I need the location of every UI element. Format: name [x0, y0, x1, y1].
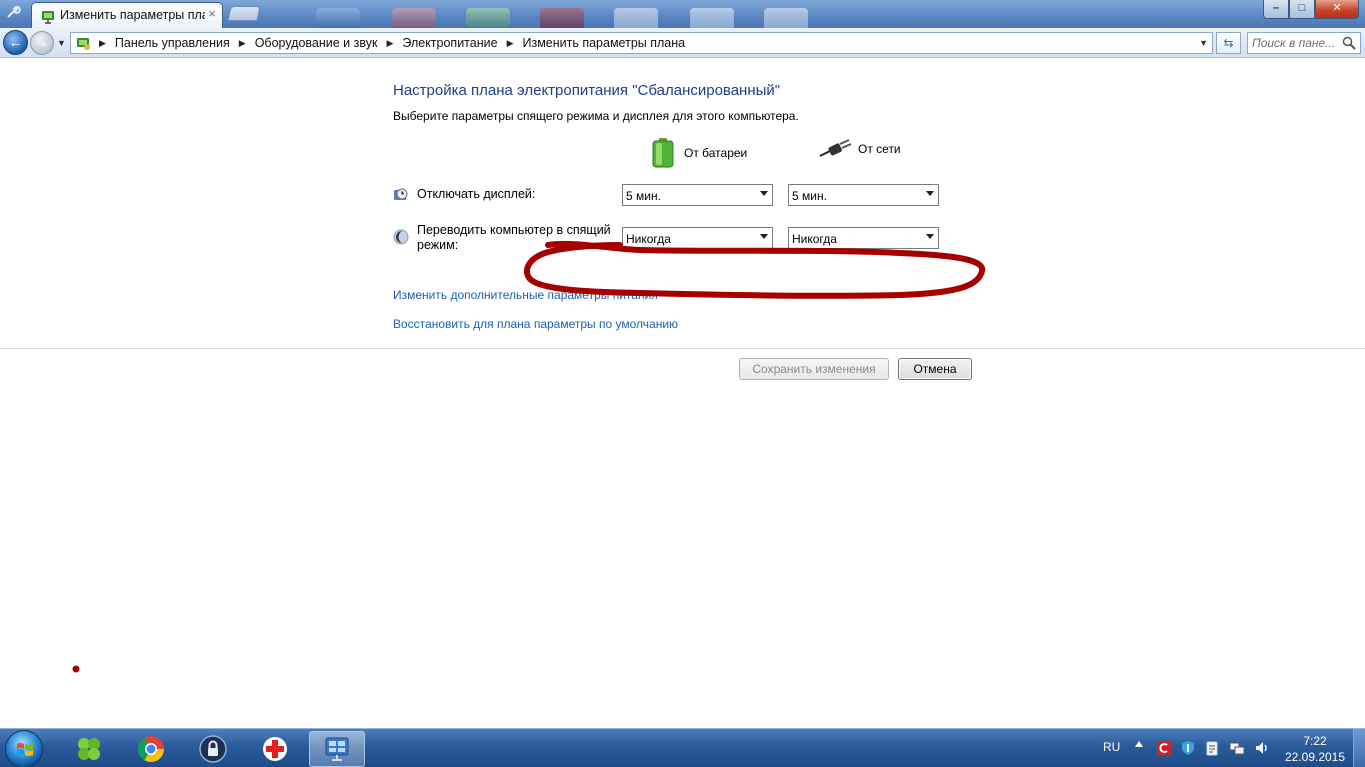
- dropdown-arrow-icon: [926, 191, 934, 196]
- taskbar-app-chrome[interactable]: [123, 731, 179, 767]
- volume-tray-icon[interactable]: [1254, 740, 1270, 756]
- display-plugged-select[interactable]: 5 мин.: [788, 184, 939, 206]
- taskbar-app-vpn[interactable]: [185, 731, 241, 767]
- display-clock-icon: [394, 188, 408, 200]
- history-dropdown-icon[interactable]: ▼: [57, 38, 66, 48]
- background-tab-ghost: [614, 8, 658, 28]
- sleep-label-line1: Переводить компьютер в спящий: [417, 223, 611, 237]
- minimize-button[interactable]: –: [1263, 0, 1289, 19]
- plugged-label: От сети: [858, 142, 901, 156]
- taskbar-app-firstaid[interactable]: [247, 731, 303, 767]
- battery-label: От батареи: [684, 146, 748, 160]
- background-tab-ghost: [690, 8, 734, 28]
- wrench-icon[interactable]: [5, 4, 21, 20]
- breadcrumb-separator-icon[interactable]: ▶: [507, 38, 514, 49]
- taskbar-app-control-panel[interactable]: [309, 731, 365, 767]
- show-hidden-icons-icon[interactable]: [1135, 741, 1143, 747]
- breadcrumb-control-panel[interactable]: Панель управления: [115, 36, 230, 50]
- control-panel-icon: [77, 38, 90, 50]
- tab-close-icon[interactable]: ×: [208, 6, 216, 21]
- save-changes-button[interactable]: Сохранить изменения: [739, 358, 889, 380]
- forward-button[interactable]: →: [30, 31, 54, 55]
- taskbar: RU 7:22 22.09.2015: [0, 728, 1365, 767]
- display-battery-select[interactable]: 5 мин.: [622, 184, 773, 206]
- restore-defaults-link[interactable]: Восстановить для плана параметры по умол…: [393, 317, 678, 331]
- address-dropdown-icon[interactable]: ▼: [1199, 38, 1208, 48]
- power-plug-icon: [819, 139, 852, 157]
- new-tab-button[interactable]: [227, 6, 261, 21]
- annotation-dot: [72, 665, 80, 673]
- red-cross-icon: [263, 737, 287, 761]
- advanced-settings-link[interactable]: Изменить дополнительные параметры питани…: [393, 288, 658, 302]
- column-header-battery: От батареи: [652, 138, 747, 168]
- search-box: [1247, 32, 1361, 54]
- breadcrumb-edit-plan[interactable]: Изменить параметры плана: [522, 36, 685, 50]
- selected-value: 5 мин.: [792, 189, 827, 203]
- title-bar: Изменить параметры плана × – □ ✕: [0, 0, 1365, 28]
- dropdown-arrow-icon: [926, 234, 934, 239]
- network-tray-icon[interactable]: [1229, 740, 1245, 756]
- page-subtitle: Выберите параметры спящего режима и дисп…: [393, 109, 799, 123]
- system-clock[interactable]: 7:22 22.09.2015: [1280, 733, 1350, 765]
- breadcrumb-power-options[interactable]: Электропитание: [402, 36, 497, 50]
- main-content: Настройка плана электропитания "Сбаланси…: [0, 59, 1365, 728]
- clover-icon: [78, 738, 100, 760]
- dropdown-arrow-icon: [760, 191, 768, 196]
- taskbar-app-clover[interactable]: [61, 731, 117, 767]
- background-tab-ghost: [466, 8, 510, 28]
- refresh-button[interactable]: ⇆: [1216, 32, 1241, 54]
- power-options-icon: [42, 11, 54, 24]
- selected-value: Никогда: [792, 232, 837, 246]
- column-header-plugged: От сети: [818, 138, 901, 160]
- antivirus-tray-icon[interactable]: [1156, 740, 1172, 756]
- sleep-label-line2: режим:: [417, 238, 459, 252]
- clipboard-tray-icon[interactable]: [1204, 740, 1220, 756]
- address-bar[interactable]: ▶ Панель управления ▶ Оборудование и зву…: [70, 32, 1213, 54]
- navigation-bar: ← → ▼ ▶ Панель управления ▶ Оборудование…: [0, 28, 1365, 58]
- page-title: Настройка плана электропитания "Сбаланси…: [393, 82, 781, 99]
- shield-tray-icon[interactable]: [1180, 740, 1196, 756]
- vpn-lock-icon: [199, 735, 227, 763]
- control-panel-icon: [325, 737, 349, 761]
- search-input[interactable]: [1252, 35, 1340, 51]
- tab-title: Изменить параметры плана: [60, 8, 205, 22]
- window-controls: – □ ✕: [1263, 0, 1359, 19]
- breadcrumb-separator-icon[interactable]: ▶: [239, 38, 246, 49]
- language-indicator[interactable]: RU: [1103, 740, 1120, 754]
- breadcrumb-separator-icon[interactable]: ▶: [386, 38, 393, 49]
- windows-logo-icon: [17, 743, 33, 756]
- background-tab-ghost: [540, 8, 584, 28]
- search-icon[interactable]: [1342, 36, 1356, 50]
- background-tab-ghost: [392, 8, 436, 28]
- start-button[interactable]: [5, 730, 43, 767]
- sleep-label: Переводить компьютер в спящий режим:: [417, 223, 611, 253]
- breadcrumb: ▶ Панель управления ▶ Оборудование и зву…: [95, 36, 685, 50]
- breadcrumb-hardware-sound[interactable]: Оборудование и звук: [255, 36, 378, 50]
- show-desktop-button[interactable]: [1353, 729, 1365, 767]
- sleep-plugged-select[interactable]: Никогда: [788, 227, 939, 249]
- sleep-battery-select[interactable]: Никогда: [622, 227, 773, 249]
- dropdown-arrow-icon: [760, 234, 768, 239]
- close-button[interactable]: ✕: [1315, 0, 1359, 19]
- back-button[interactable]: ←: [3, 30, 28, 55]
- background-tab-ghost: [316, 8, 360, 28]
- sleep-moon-icon: [393, 229, 409, 245]
- battery-icon: [652, 138, 674, 168]
- divider: [0, 348, 1365, 349]
- selected-value: Никогда: [626, 232, 671, 246]
- breadcrumb-separator-icon[interactable]: ▶: [99, 38, 106, 49]
- selected-value: 5 мин.: [626, 189, 661, 203]
- turn-off-display-label: Отключать дисплей:: [417, 187, 536, 201]
- background-tab-ghost: [764, 8, 808, 28]
- tab-active[interactable]: Изменить параметры плана ×: [31, 2, 223, 28]
- clock-time: 7:22: [1303, 734, 1327, 748]
- chrome-icon: [137, 736, 165, 763]
- cancel-button[interactable]: Отмена: [898, 358, 972, 380]
- maximize-button[interactable]: □: [1289, 0, 1315, 19]
- clock-date: 22.09.2015: [1284, 750, 1346, 764]
